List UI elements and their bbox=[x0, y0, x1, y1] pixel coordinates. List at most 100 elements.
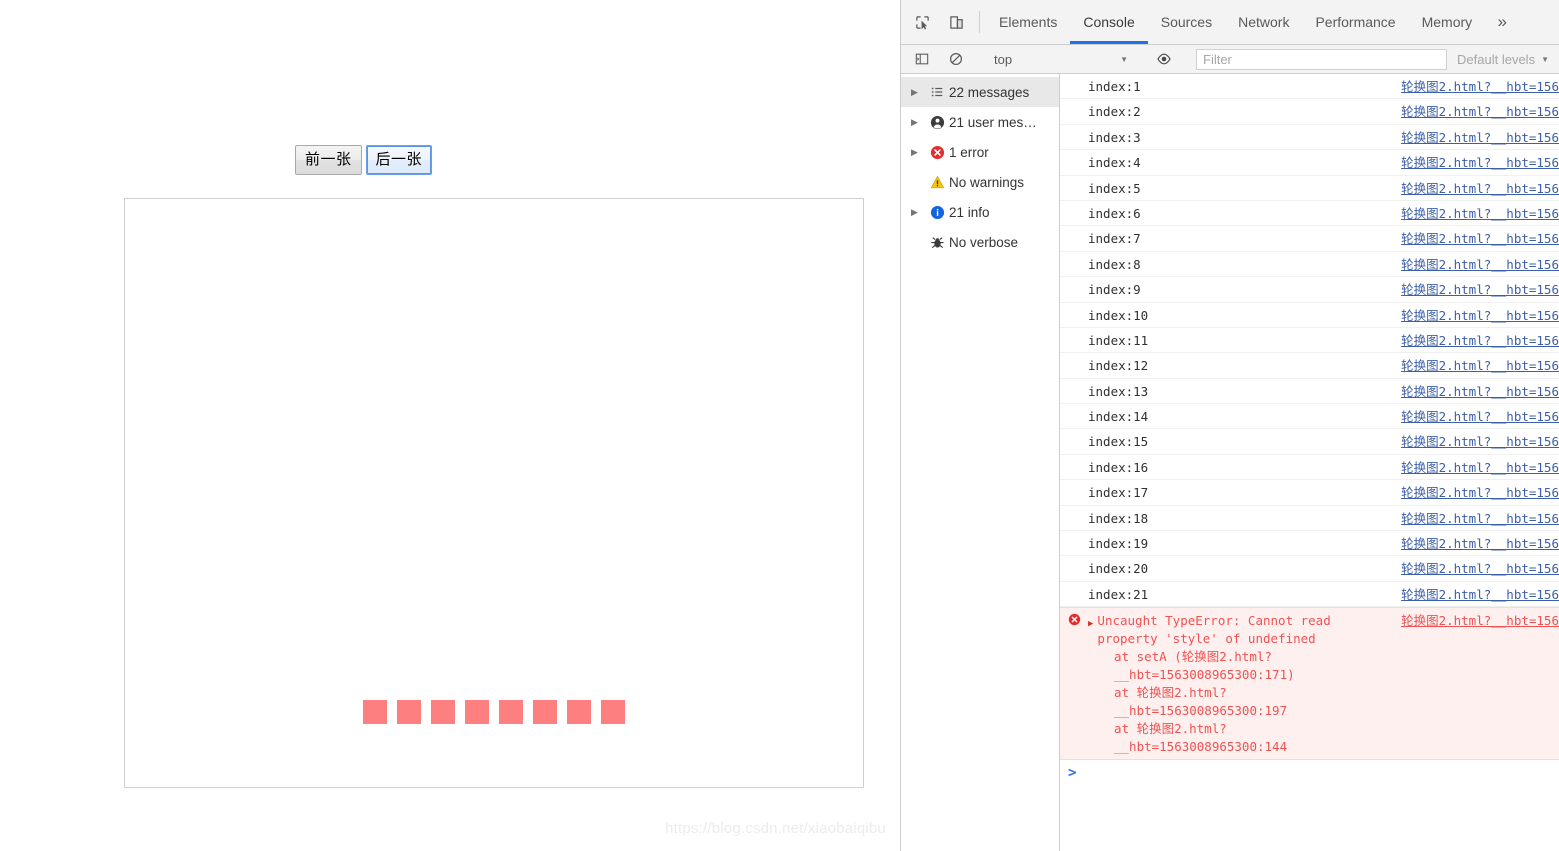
console-error-row: ▶ Uncaught TypeError: Cannot read propert… bbox=[1060, 607, 1559, 761]
error-body: ▶ Uncaught TypeError: Cannot read propert… bbox=[1088, 612, 1401, 756]
execution-context-select[interactable]: top ▼ bbox=[986, 45, 1134, 73]
sidebar-item-messages[interactable]: ▶ 22 messages bbox=[901, 77, 1059, 107]
console-source-link[interactable]: 轮换图2.html?__hbt=156 bbox=[1401, 256, 1559, 273]
console-prompt[interactable]: > bbox=[1060, 760, 1559, 786]
sidebar-item-warnings[interactable]: ▶ No warnings bbox=[901, 167, 1059, 197]
carousel-dot[interactable] bbox=[533, 700, 557, 724]
tab-sources[interactable]: Sources bbox=[1148, 0, 1225, 44]
chevron-right-icon[interactable]: ▶ bbox=[911, 117, 925, 128]
console-source-link[interactable]: 轮换图2.html?__hbt=156 bbox=[1401, 459, 1559, 476]
console-source-link[interactable]: 轮换图2.html?__hbt=156 bbox=[1401, 129, 1559, 146]
console-source-link[interactable]: 轮换图2.html?__hbt=156 bbox=[1401, 408, 1559, 425]
log-levels-label: Default levels bbox=[1457, 51, 1536, 67]
console-source-link[interactable]: 轮换图2.html?__hbt=156 bbox=[1401, 535, 1559, 552]
console-source-link[interactable]: 轮换图2.html?__hbt=156 bbox=[1401, 230, 1559, 247]
toolbar-divider bbox=[979, 11, 980, 33]
console-message-text: index:3 bbox=[1088, 129, 1141, 145]
message-gutter bbox=[1060, 180, 1088, 181]
tab-elements[interactable]: Elements bbox=[986, 0, 1070, 44]
console-source-link[interactable]: 轮换图2.html?__hbt=156 bbox=[1401, 484, 1559, 501]
console-source-link[interactable]: 轮换图2.html?__hbt=156 bbox=[1401, 560, 1559, 577]
console-message-row: index:11 轮换图2.html?__hbt=156 bbox=[1060, 328, 1559, 354]
message-gutter bbox=[1060, 307, 1088, 308]
carousel-dot[interactable] bbox=[397, 700, 421, 724]
message-gutter bbox=[1060, 484, 1088, 485]
info-icon bbox=[925, 205, 949, 220]
devtools-tabbar: Elements Console Sources Network Perform… bbox=[901, 0, 1559, 45]
console-source-link[interactable]: 轮换图2.html?__hbt=156 bbox=[1401, 510, 1559, 527]
message-gutter bbox=[1060, 408, 1088, 409]
console-message-text: index:11 bbox=[1088, 332, 1149, 348]
message-gutter bbox=[1060, 535, 1088, 536]
tab-console[interactable]: Console bbox=[1070, 0, 1149, 44]
message-gutter bbox=[1060, 154, 1088, 155]
console-message-text: index:9 bbox=[1088, 282, 1141, 298]
tab-memory[interactable]: Memory bbox=[1409, 0, 1486, 44]
web-page-viewport: 前一张 后一张 https://blog.csdn.net/xiaobaiqib… bbox=[0, 0, 900, 851]
console-source-link[interactable]: 轮换图2.html?__hbt=156 bbox=[1401, 180, 1559, 197]
stack-source-link[interactable]: 轮换图2.html?__hbt=1563008965300:144 bbox=[1114, 721, 1287, 754]
console-message-list[interactable]: index:1 轮换图2.html?__hbt=156 index:2 轮换图2.ht… bbox=[1060, 74, 1559, 851]
sidebar-item-user-messages[interactable]: ▶ 21 user mes… bbox=[901, 107, 1059, 137]
console-source-link[interactable]: 轮换图2.html?__hbt=156 bbox=[1401, 103, 1559, 120]
console-source-link[interactable]: 轮换图2.html?__hbt=156 bbox=[1401, 612, 1559, 629]
console-source-link[interactable]: 轮换图2.html?__hbt=156 bbox=[1401, 433, 1559, 450]
console-message-row: index:10 轮换图2.html?__hbt=156 bbox=[1060, 303, 1559, 328]
carousel-dot[interactable] bbox=[567, 700, 591, 724]
console-message-row: index:9 轮换图2.html?__hbt=156 bbox=[1060, 277, 1559, 303]
error-stack-line[interactable]: at 轮换图2.html?__hbt=1563008965300:197 bbox=[1088, 684, 1393, 720]
chevron-right-icon[interactable]: ▶ bbox=[911, 147, 925, 158]
clear-console-icon[interactable] bbox=[939, 52, 973, 66]
carousel-dot[interactable] bbox=[363, 700, 387, 724]
console-source-link[interactable]: 轮换图2.html?__hbt=156 bbox=[1401, 332, 1559, 349]
console-message-row: index:21 轮换图2.html?__hbt=156 bbox=[1060, 582, 1559, 608]
console-source-link[interactable]: 轮换图2.html?__hbt=156 bbox=[1401, 586, 1559, 603]
stack-source-link[interactable]: 轮换图2.html?__hbt=1563008965300:197 bbox=[1114, 685, 1287, 718]
console-filter-input[interactable] bbox=[1196, 48, 1448, 70]
console-message-text: index:19 bbox=[1088, 536, 1149, 552]
carousel-dot[interactable] bbox=[431, 700, 455, 724]
prev-image-button[interactable]: 前一张 bbox=[295, 145, 362, 175]
console-source-link[interactable]: 轮换图2.html?__hbt=156 bbox=[1401, 357, 1559, 374]
console-message-row: index:3 轮换图2.html?__hbt=156 bbox=[1060, 125, 1559, 151]
error-stack-line[interactable]: at setA (轮换图2.html?__hbt=1563008965300:1… bbox=[1088, 648, 1393, 684]
live-expression-eye-icon[interactable] bbox=[1147, 51, 1181, 67]
console-source-link[interactable]: 轮换图2.html?__hbt=156 bbox=[1401, 383, 1559, 400]
message-gutter bbox=[1060, 383, 1088, 384]
carousel-indicator-list bbox=[363, 700, 625, 724]
log-levels-select[interactable]: Default levels ▼ bbox=[1449, 52, 1559, 67]
sidebar-item-label: 21 user mes… bbox=[949, 114, 1037, 130]
console-source-link[interactable]: 轮换图2.html?__hbt=156 bbox=[1401, 307, 1559, 324]
chevron-right-icon[interactable]: ▶ bbox=[911, 207, 925, 218]
carousel-dot[interactable] bbox=[601, 700, 625, 724]
sidebar-item-info[interactable]: ▶ 21 info bbox=[901, 197, 1059, 227]
bug-icon bbox=[925, 235, 949, 250]
console-message-text: index:18 bbox=[1088, 510, 1149, 526]
console-message-row: index:19 轮换图2.html?__hbt=156 bbox=[1060, 531, 1559, 557]
sidebar-item-label: No verbose bbox=[949, 234, 1019, 250]
carousel-dot[interactable] bbox=[465, 700, 489, 724]
console-message-text: index:14 bbox=[1088, 409, 1149, 425]
device-toolbar-icon[interactable] bbox=[939, 0, 973, 44]
sidebar-item-verbose[interactable]: ▶ No verbose bbox=[901, 227, 1059, 257]
message-gutter bbox=[1060, 256, 1088, 257]
list-icon bbox=[925, 85, 949, 99]
console-message-row: index:17 轮换图2.html?__hbt=156 bbox=[1060, 480, 1559, 506]
console-source-link[interactable]: 轮换图2.html?__hbt=156 bbox=[1401, 281, 1559, 298]
tab-performance[interactable]: Performance bbox=[1302, 0, 1408, 44]
inspect-element-icon[interactable] bbox=[905, 0, 939, 44]
next-image-button[interactable]: 后一张 bbox=[365, 145, 433, 175]
sidebar-item-errors[interactable]: ▶ 1 error bbox=[901, 137, 1059, 167]
console-source-link[interactable]: 轮换图2.html?__hbt=156 bbox=[1401, 154, 1559, 171]
console-message-row: index:15 轮换图2.html?__hbt=156 bbox=[1060, 429, 1559, 455]
tab-network[interactable]: Network bbox=[1225, 0, 1302, 44]
more-tabs-icon[interactable]: » bbox=[1485, 0, 1519, 44]
toggle-console-sidebar-icon[interactable] bbox=[905, 52, 939, 66]
console-source-link[interactable]: 轮换图2.html?__hbt=156 bbox=[1401, 78, 1559, 95]
console-message-text: index:2 bbox=[1088, 104, 1141, 120]
expand-triangle-icon[interactable]: ▶ bbox=[1088, 612, 1093, 633]
carousel-dot[interactable] bbox=[499, 700, 523, 724]
error-stack-line[interactable]: at 轮换图2.html?__hbt=1563008965300:144 bbox=[1088, 720, 1393, 756]
console-source-link[interactable]: 轮换图2.html?__hbt=156 bbox=[1401, 205, 1559, 222]
chevron-right-icon[interactable]: ▶ bbox=[911, 87, 925, 98]
